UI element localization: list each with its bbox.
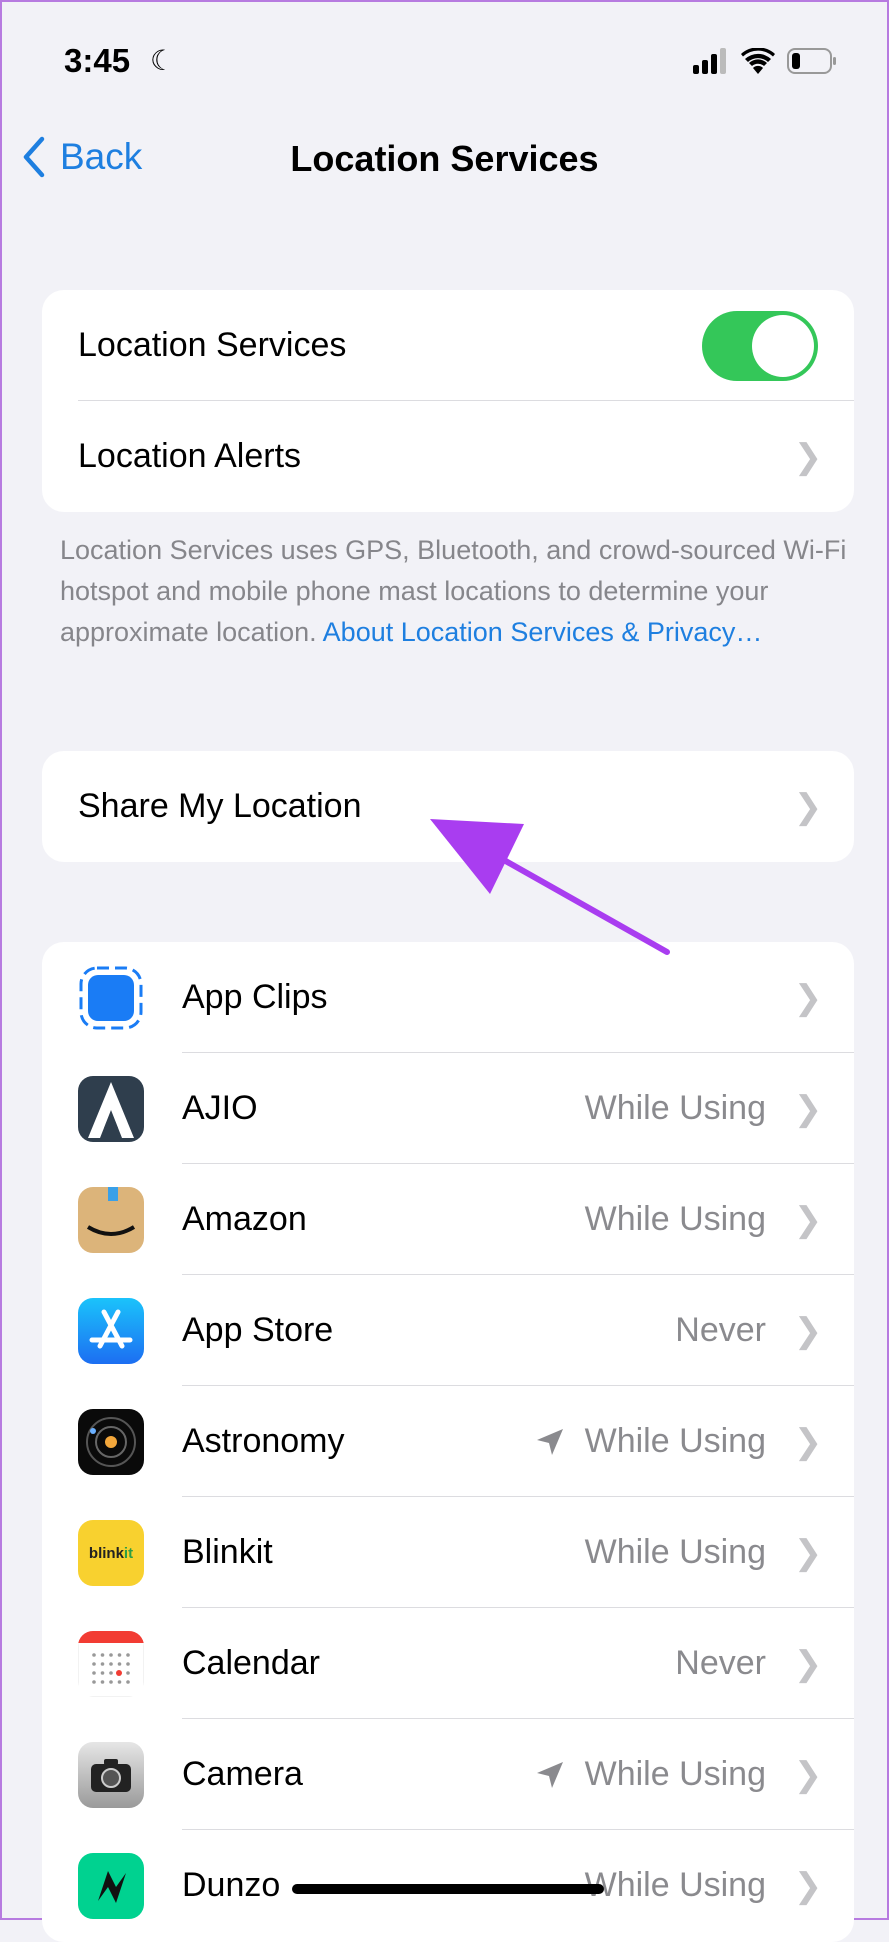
home-indicator[interactable] xyxy=(292,1884,604,1894)
about-privacy-link[interactable]: About Location Services & Privacy… xyxy=(323,617,763,647)
wifi-icon xyxy=(741,48,775,74)
chevron-right-icon: ❯ xyxy=(793,978,823,1017)
permission-value: While Using xyxy=(584,1200,766,1238)
ajio-icon xyxy=(78,1075,144,1142)
chevron-right-icon: ❯ xyxy=(793,1644,823,1683)
blinkit-icon: blinkit xyxy=(78,1519,144,1586)
status-time: 3:45 xyxy=(64,42,131,79)
app-row[interactable]: AJIO While Using ❯ xyxy=(42,1053,854,1164)
cellular-signal-icon xyxy=(693,48,726,74)
app-row[interactable]: App Store Never ❯ xyxy=(42,1275,854,1386)
share-my-location-row[interactable]: Share My Location ❯ xyxy=(42,751,854,862)
chevron-right-icon: ❯ xyxy=(793,1422,823,1461)
location-services-label: Location Services xyxy=(78,326,347,364)
app-row[interactable]: Camera While Using ❯ xyxy=(42,1719,854,1830)
dunzo-icon xyxy=(78,1852,144,1919)
app-location-permission: While Using xyxy=(585,1200,766,1239)
svg-text:blinkit: blinkit xyxy=(89,1545,133,1562)
app-location-permission: While Using xyxy=(535,1422,766,1461)
app-row[interactable]: Amazon While Using ❯ xyxy=(42,1164,854,1275)
app-name: Camera xyxy=(182,1755,303,1793)
chevron-right-icon: ❯ xyxy=(793,1533,823,1572)
permission-value: While Using xyxy=(584,1866,766,1904)
chevron-right-icon: ❯ xyxy=(793,437,823,476)
share-my-location-label: Share My Location xyxy=(78,787,362,825)
chevron-right-icon: ❯ xyxy=(793,1866,823,1905)
permission-value: Never xyxy=(675,1311,766,1349)
chevron-right-icon: ❯ xyxy=(793,1755,823,1794)
app-name: Astronomy xyxy=(182,1422,345,1460)
chevron-right-icon: ❯ xyxy=(793,1311,823,1350)
location-alerts-row[interactable]: Location Alerts ❯ xyxy=(42,401,854,512)
app-location-permission: While Using xyxy=(585,1533,766,1572)
permission-value: While Using xyxy=(584,1089,766,1127)
location-services-row: Location Services xyxy=(42,290,854,401)
app-clips-icon xyxy=(78,965,144,1031)
location-settings-group: Location Services Location Alerts ❯ xyxy=(42,290,854,512)
app-row[interactable]: blinkit Blinkit While Using ❯ xyxy=(42,1497,854,1608)
app-name: App Clips xyxy=(182,978,328,1016)
app-location-permission: Never xyxy=(675,1311,766,1350)
app-location-permission: While Using xyxy=(585,1089,766,1128)
app-name: Calendar xyxy=(182,1644,320,1682)
astronomy-icon xyxy=(78,1408,144,1475)
app-row[interactable]: App Clips ❯ xyxy=(42,942,854,1053)
app-row[interactable]: Calendar Never ❯ xyxy=(42,1608,854,1719)
location-services-description: Location Services uses GPS, Bluetooth, a… xyxy=(60,530,850,653)
app-name: Blinkit xyxy=(182,1533,273,1571)
app-row[interactable]: Astronomy While Using ❯ xyxy=(42,1386,854,1497)
location-alerts-label: Location Alerts xyxy=(78,437,302,475)
calendar-icon xyxy=(78,1630,144,1697)
share-location-group: Share My Location ❯ xyxy=(42,751,854,862)
camera-icon xyxy=(78,1741,144,1808)
location-services-toggle[interactable] xyxy=(702,310,818,381)
app-location-permission: While Using xyxy=(535,1755,766,1794)
page-title: Location Services xyxy=(290,138,599,179)
permission-value: While Using xyxy=(584,1755,766,1793)
chevron-right-icon: ❯ xyxy=(793,1089,823,1128)
app-name: Amazon xyxy=(182,1200,307,1238)
status-bar: 3:45 ☾ xyxy=(2,38,887,86)
permission-value: While Using xyxy=(584,1533,766,1571)
amazon-icon xyxy=(78,1186,144,1253)
app-location-permission: Never xyxy=(675,1644,766,1683)
apps-list: App Clips ❯ AJIO While Using ❯ Amazon Wh… xyxy=(42,942,854,1942)
app-name: AJIO xyxy=(182,1089,258,1127)
app-name: App Store xyxy=(182,1311,334,1349)
app-location-permission: While Using xyxy=(585,1866,766,1905)
permission-value: Never xyxy=(675,1644,766,1682)
permission-value: While Using xyxy=(584,1422,766,1460)
chevron-right-icon: ❯ xyxy=(793,1200,823,1239)
app-store-icon xyxy=(78,1297,144,1364)
location-arrow-icon xyxy=(536,1428,563,1455)
chevron-right-icon: ❯ xyxy=(793,787,823,826)
navigation-bar: Back Location Services xyxy=(2,130,887,190)
focus-moon-icon: ☾ xyxy=(150,45,176,76)
location-arrow-icon xyxy=(536,1761,563,1788)
battery-icon xyxy=(787,48,836,74)
